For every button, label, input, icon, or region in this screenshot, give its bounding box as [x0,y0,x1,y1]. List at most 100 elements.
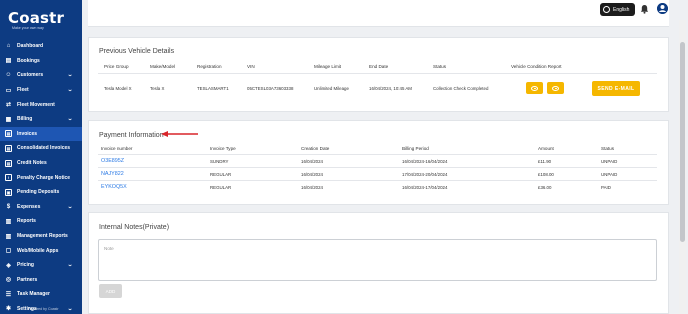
invoice-link[interactable]: EYKOQ5X [101,184,127,190]
language-label: English [613,6,630,13]
sidebar-item-label: Management Reports [17,233,68,240]
payment-title: Payment Information [99,132,164,139]
send-email-button[interactable]: SEND E-MAIL [592,81,640,96]
pv-header-vin: VIN [247,64,255,69]
sidebar-item-penalty-charge-notice[interactable]: ! Penalty Charge Notice [0,170,82,185]
pay-header-invoice-type: Invoice Type [210,146,236,151]
sidebar-item-reports[interactable]: ▥ Reports [0,214,82,229]
sidebar-item-label: Web/Mobile Apps [17,247,59,254]
sidebar-item-label: Partners [17,276,38,283]
notes-title: Internal Notes(Private) [99,224,170,231]
pv-make-model: Tesla X [150,86,165,91]
sidebar-item-credit-notes[interactable]: ▤ Credit Notes [0,156,82,171]
chevron-down-icon: ⌄ [66,203,73,210]
pv-header-price-group: Price Group [104,64,129,69]
credit-note-icon: ▤ [5,159,12,167]
expenses-icon: $ [6,203,11,210]
sidebar-item-label: Pricing [17,262,34,269]
sidebar-item-web-mobile-apps[interactable]: ▢ Web/Mobile Apps [0,243,82,258]
language-button[interactable]: English [600,3,635,16]
pv-mileage-limit: Unlimited Mileage [314,86,349,91]
sidebar-item-consolidated-invoices[interactable]: ▤ Consolidated Invoices [0,141,82,156]
invoice-status: PAID [601,185,611,190]
chevron-down-icon: ⌄ [66,72,73,79]
pv-header-condition-report: Vehicle Condition Report [511,64,562,69]
pay-divider [98,154,657,155]
invoice-type: REGULAR [210,172,232,177]
logo-text: Coastr [8,9,65,27]
users-icon: ☺ [5,72,12,79]
invoice-type: REGULAR [210,185,232,190]
chevron-down-icon: ⌄ [66,261,73,268]
bell-icon[interactable] [640,4,649,14]
sidebar-item-customers[interactable]: ☺ Customers ⌄ [0,68,82,83]
pv-header-registration: Registration [197,64,222,69]
apps-icon: ▢ [5,248,12,255]
invoice-billing-period: 17/04/2024-20/04/2024 [402,172,448,177]
pv-divider [98,73,657,74]
sidebar-item-label: Penalty Charge Notice [17,174,71,181]
billing-icon: ▦ [5,116,12,123]
add-note-button[interactable]: ADD [99,284,122,298]
sidebar-item-billing[interactable]: ▦ Billing ⌄ [0,112,82,127]
sidebar-item-label: Reports [17,218,36,225]
sidebar-item-dashboard[interactable]: ⌂ Dashboard [0,39,82,54]
note-textarea[interactable]: Note [98,239,657,281]
sidebar-item-fleet-movement[interactable]: ⇄ Fleet Movement [0,97,82,112]
coastr-logo[interactable]: Coastr Make your own way [8,9,72,35]
sidebar-nav: ⌂ Dashboard ▤ Bookings ☺ Customers ⌄ ▭ Fleet ⌄ ⇄ Fl… [0,39,82,314]
note-placeholder: Note [104,246,114,251]
view-report-button[interactable] [526,82,543,94]
profile-icon[interactable] [657,3,668,14]
logo-tagline: Make your own way [12,26,44,30]
globe-icon [603,6,610,13]
eye-icon [552,85,559,91]
pv-registration: TESLASMART1 [197,86,229,91]
sidebar-item-label: Credit Notes [17,160,47,167]
pay-header-amount: Amount [538,146,554,151]
invoice-amount: £11.90 [538,159,552,164]
sidebar-item-label: Bookings [17,57,40,64]
invoice-icon: ▤ [5,130,12,138]
sidebar-item-management-reports[interactable]: ▥ Management Reports [0,229,82,244]
sidebar-item-label: Fleet [17,87,29,94]
move-icon: ⇄ [5,102,12,109]
sidebar-item-bookings[interactable]: ▤ Bookings [0,54,82,69]
sidebar: Coastr Make your own way ⌂ Dashboard ▤ Book… [0,0,82,314]
sidebar-item-partners[interactable]: ◎ Partners [0,273,82,288]
sidebar-item-label: Invoices [17,130,38,137]
sidebar-item-expenses[interactable]: $ Expenses ⌄ [0,200,82,215]
pv-header-mileage-limit: Mileage Limit [314,64,342,69]
book-icon: ▤ [5,58,12,65]
chart-icon: ▥ [5,233,12,240]
house-icon: ⌂ [6,43,11,50]
deposit-icon: ▣ [5,188,12,196]
invoice-amount: £36.00 [538,185,552,190]
pricing-icon: ◈ [6,262,11,269]
invoice-link[interactable]: NAJY822 [101,171,124,177]
sidebar-item-fleet[interactable]: ▭ Fleet ⌄ [0,83,82,98]
sidebar-item-invoices[interactable]: ▤ Invoices [0,126,82,142]
car-icon: ▭ [5,87,12,94]
previous-vehicle-card: Previous Vehicle Details [88,37,669,112]
pv-price-group: Tesla Model X [104,86,132,91]
sidebar-item-label: Fleet Movement [17,101,55,108]
pay-header-creation-date: Creation Date [301,146,330,151]
invoice-icon: ▤ [5,144,12,152]
sidebar-item-label: Task Manager [17,291,50,298]
invoice-status: UNPAID [601,159,618,164]
sidebar-item-label: Consolidated Invoices [17,145,71,152]
chevron-down-icon: ⌄ [66,115,73,122]
eye-icon [531,85,538,91]
scrollbar-thumb[interactable] [680,42,685,242]
chevron-down-icon: ⌄ [66,305,73,312]
sidebar-item-pending-deposits[interactable]: ▣ Pending Deposits [0,185,82,200]
invoice-creation-date: 16/04/2024 [301,159,323,164]
sidebar-item-pricing[interactable]: ◈ Pricing ⌄ [0,258,82,273]
invoice-link[interactable]: O3E895Z [101,158,124,164]
view-report-button-2[interactable] [547,82,564,94]
invoice-status: UNPAID [601,172,618,177]
sidebar-item-task-manager[interactable]: ☰ Task Manager [0,287,82,302]
row-divider [98,167,657,168]
invoice-billing-period: 16/04/2024-16/04/2024 [402,159,448,164]
